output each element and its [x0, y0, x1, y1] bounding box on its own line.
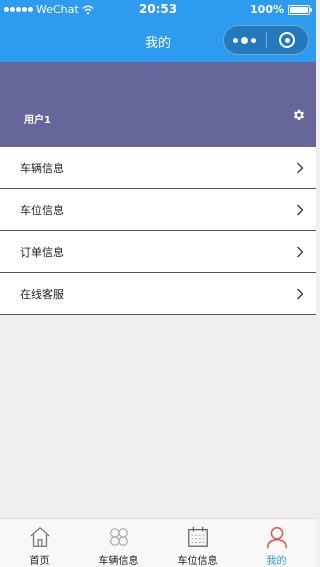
- profile-header: 用户1: [0, 62, 316, 147]
- user-icon: [266, 527, 287, 549]
- target-circle-icon: [279, 32, 296, 48]
- calendar-icon: [187, 526, 208, 547]
- menu-list: 车辆信息 车位信息 订单信息 在线客服: [0, 147, 316, 315]
- home-icon: [29, 526, 50, 547]
- chevron-right-icon: [297, 246, 304, 258]
- nav-bar: 我的: [0, 20, 316, 62]
- tab-parking-info[interactable]: 车位信息: [158, 519, 237, 567]
- tab-label: 车辆信息: [98, 556, 139, 567]
- tab-label: 首页: [29, 556, 50, 567]
- menu-item-label: 车辆信息: [20, 161, 64, 175]
- settings-gear-icon[interactable]: [292, 108, 306, 122]
- menu-item-online-support[interactable]: 在线客服: [0, 273, 316, 315]
- chevron-right-icon: [297, 204, 304, 216]
- tab-label: 我的: [266, 556, 287, 567]
- battery-status: 100%: [250, 3, 312, 16]
- more-dots-icon: [233, 37, 239, 43]
- menu-item-order-info[interactable]: 订单信息: [0, 231, 316, 273]
- battery-icon: [288, 4, 312, 15]
- chevron-right-icon: [297, 162, 304, 174]
- username: 用户1: [24, 115, 51, 126]
- battery-percent: 100%: [250, 3, 284, 16]
- menu-item-label: 订单信息: [20, 245, 64, 259]
- close-mini-program-button[interactable]: [266, 26, 308, 54]
- tab-bar: 首页 车辆信息 车位信息 我的: [0, 518, 316, 567]
- tab-vehicle-info[interactable]: 车辆信息: [79, 519, 158, 567]
- tab-label: 车位信息: [177, 556, 218, 567]
- menu-item-parking-info[interactable]: 车位信息: [0, 189, 316, 231]
- status-bar: WeChat 20:53 100%: [0, 0, 316, 20]
- chevron-right-icon: [297, 288, 304, 300]
- tab-home[interactable]: 首页: [0, 519, 79, 567]
- more-menu-button[interactable]: [224, 26, 266, 54]
- mini-program-capsule: [223, 25, 309, 55]
- menu-item-vehicle-info[interactable]: 车辆信息: [0, 147, 316, 189]
- menu-item-label: 在线客服: [20, 287, 64, 301]
- clover-icon: [109, 528, 128, 546]
- menu-item-label: 车位信息: [20, 203, 64, 217]
- tab-mine[interactable]: 我的: [237, 519, 316, 567]
